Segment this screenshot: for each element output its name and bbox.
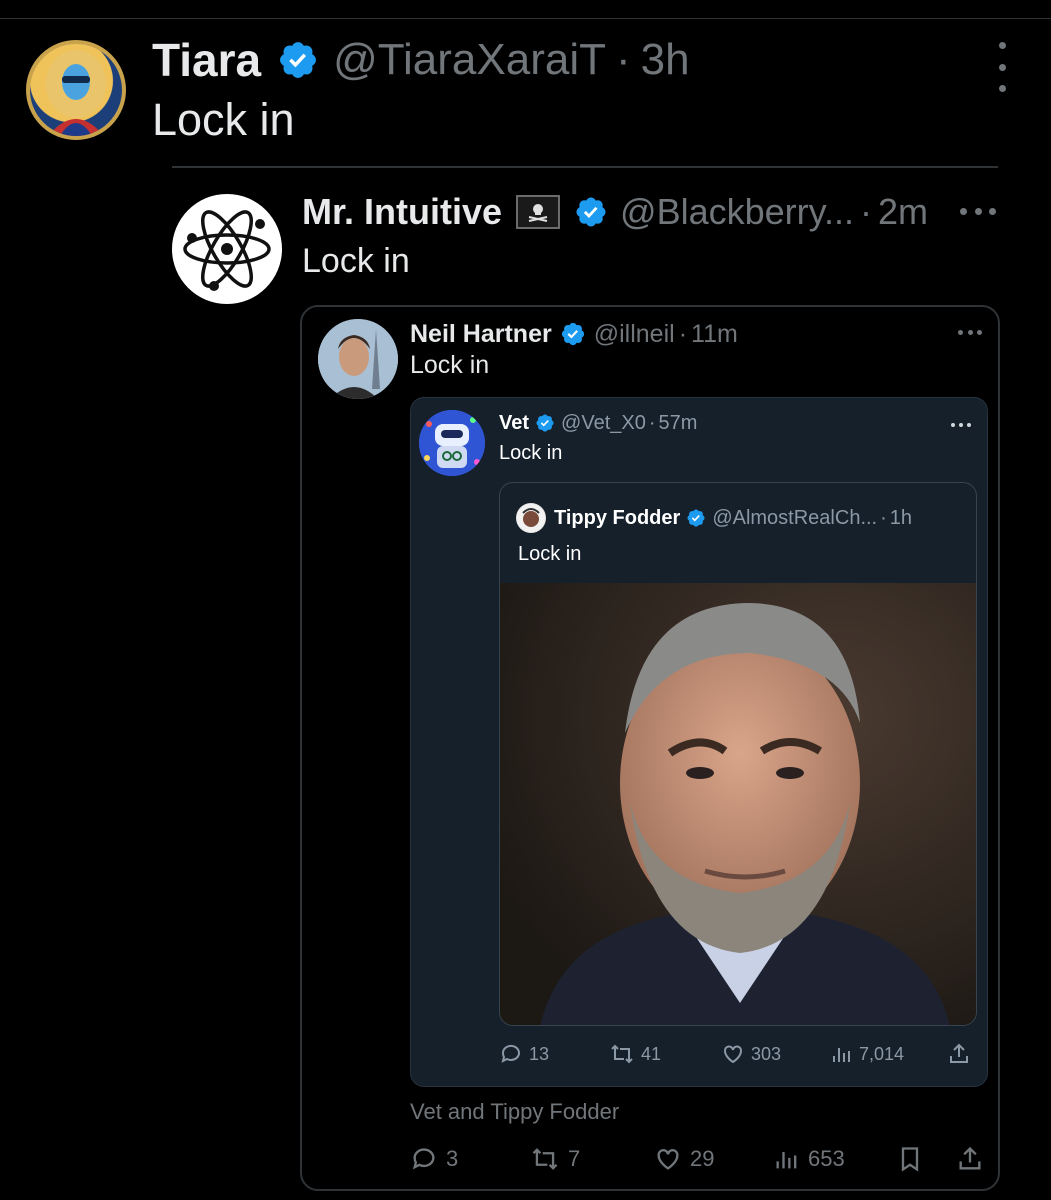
author-name[interactable]: Neil Hartner: [410, 320, 552, 349]
views-icon: [776, 1152, 797, 1169]
timestamp[interactable]: 2m: [878, 191, 928, 233]
verified-badge-icon: [560, 321, 586, 347]
share-button[interactable]: [956, 1143, 984, 1175]
tweet-text: Lock in: [499, 442, 563, 464]
repost-button[interactable]: 7: [530, 1143, 580, 1175]
pirate-flag-icon: [516, 195, 561, 229]
separator-dot: ·: [648, 411, 656, 434]
quoted-tweet-card[interactable]: Vet @Vet_X0 · 57m Lock in Tippy Fodder @…: [410, 397, 988, 1087]
divider: [172, 166, 998, 168]
timeline: Tiara @TiaraXaraiT · 3h Lock in Mr. Intu…: [0, 0, 1051, 1200]
author-handle[interactable]: @AlmostRealCh...: [712, 507, 877, 530]
share-icon: [950, 1043, 968, 1063]
repost-button[interactable]: 41: [609, 1038, 661, 1070]
repost-icon: [532, 1148, 558, 1170]
share-button[interactable]: [947, 1038, 971, 1070]
author-handle[interactable]: @Blackberry...: [620, 191, 854, 233]
like-count: 29: [690, 1146, 715, 1171]
verified-badge-icon: [574, 195, 608, 229]
reply-icon: [501, 1044, 520, 1063]
neil-avatar[interactable]: [318, 319, 398, 399]
quoted-tweet-card[interactable]: Tippy Fodder @AlmostRealCh... · 1h Lock …: [499, 482, 977, 1026]
quote-context[interactable]: Vet and Tippy Fodder: [410, 1099, 619, 1125]
reply-icon: [412, 1148, 435, 1170]
views-icon: [833, 1048, 850, 1062]
tweet-text: Lock in: [302, 242, 410, 280]
separator-dot: ·: [678, 319, 688, 348]
tweet-text: Lock in: [152, 94, 295, 145]
views-button[interactable]: 7,014: [831, 1038, 904, 1070]
bookmark-icon: [901, 1147, 919, 1172]
author-handle[interactable]: @TiaraXaraiT: [333, 35, 606, 85]
atom-avatar[interactable]: [172, 194, 282, 304]
tweet-header: Vet @Vet_X0 · 57m: [499, 408, 697, 438]
reply-count: 3: [446, 1146, 459, 1171]
reply-button[interactable]: 3: [410, 1143, 458, 1175]
tweet-header: Tiara @TiaraXaraiT · 3h: [152, 32, 690, 88]
tweet-actions: 3 7 29 653: [410, 1143, 988, 1179]
like-count: 303: [751, 1043, 782, 1064]
view-count: 7,014: [859, 1043, 905, 1064]
view-count: 653: [808, 1146, 845, 1171]
timestamp[interactable]: 3h: [641, 35, 690, 85]
tweet-header: Neil Hartner @illneil · 11m: [410, 315, 738, 353]
robot-avatar[interactable]: [419, 410, 485, 476]
horizontal-ellipsis-icon[interactable]: [960, 206, 996, 216]
horizontal-ellipsis-icon[interactable]: [958, 329, 982, 335]
horizontal-ellipsis-icon[interactable]: [951, 422, 971, 427]
verified-badge-icon: [535, 413, 555, 433]
timestamp[interactable]: 1h: [890, 507, 912, 530]
heart-icon: [657, 1149, 679, 1170]
verified-badge-icon: [277, 39, 319, 81]
views-button[interactable]: 653: [774, 1143, 845, 1175]
bookmark-button[interactable]: [898, 1143, 922, 1175]
reply-button[interactable]: 13: [499, 1038, 549, 1070]
heart-icon: [724, 1045, 742, 1064]
portrait-photo[interactable]: [500, 583, 976, 1025]
repost-count: 7: [568, 1146, 581, 1171]
author-name[interactable]: Vet: [499, 412, 529, 435]
like-button[interactable]: 303: [721, 1038, 781, 1070]
separator-dot: ·: [616, 35, 631, 84]
tiara-avatar[interactable]: [26, 40, 126, 140]
share-icon: [959, 1146, 981, 1170]
author-handle[interactable]: @Vet_X0: [561, 412, 646, 435]
author-handle[interactable]: @illneil: [594, 320, 675, 349]
repost-count: 41: [641, 1043, 662, 1064]
author-name[interactable]: Mr. Intuitive: [302, 191, 502, 233]
tweet-actions: 13 41 303 7,014: [499, 1038, 977, 1070]
quoted-tweet-card[interactable]: Neil Hartner @illneil · 11m Lock in Vet …: [300, 305, 1000, 1191]
timestamp[interactable]: 57m: [659, 412, 698, 435]
separator-dot: ·: [880, 506, 887, 529]
tweet-header: Mr. Intuitive @Blackberry... · 2m: [302, 188, 928, 236]
author-name[interactable]: Tippy Fodder: [554, 507, 680, 530]
tweet-text: Lock in: [518, 543, 582, 565]
tweet-header: Tippy Fodder @AlmostRealCh... · 1h: [516, 501, 912, 535]
vertical-ellipsis-icon[interactable]: [990, 42, 1014, 92]
divider: [0, 18, 1051, 19]
tweet-text: Lock in: [410, 351, 490, 379]
separator-dot: ·: [859, 191, 872, 232]
timestamp[interactable]: 11m: [691, 320, 738, 349]
like-button[interactable]: 29: [654, 1143, 714, 1175]
verified-badge-icon: [686, 508, 706, 528]
reply-count: 13: [529, 1043, 550, 1064]
author-name[interactable]: Tiara: [152, 33, 261, 87]
repost-icon: [611, 1044, 633, 1064]
tippy-avatar[interactable]: [516, 503, 546, 533]
